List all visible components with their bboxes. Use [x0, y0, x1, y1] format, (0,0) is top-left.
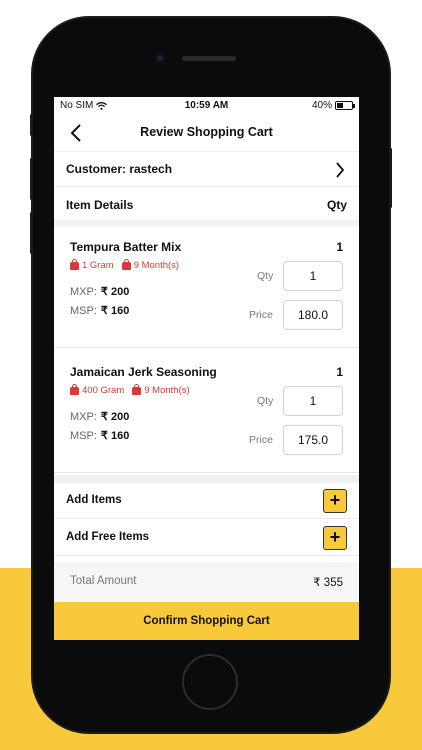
- earpiece-speaker: [182, 56, 236, 61]
- mxp-line: MXP: ₹ 200: [70, 285, 129, 298]
- add-items-button[interactable]: +: [323, 489, 347, 513]
- front-camera: [155, 53, 165, 63]
- qty-label: Qty: [257, 270, 274, 282]
- confirm-cart-button[interactable]: Confirm Shopping Cart: [54, 602, 359, 640]
- price-input[interactable]: 175.0: [283, 425, 343, 455]
- price-label: Price: [249, 434, 273, 446]
- total-value: ₹ 355: [313, 577, 343, 589]
- divider: [54, 221, 359, 227]
- chevron-right-icon: [336, 162, 345, 178]
- add-items-label: Add Items: [66, 494, 122, 506]
- qty-label: Qty: [257, 395, 274, 407]
- msp-value: ₹ 160: [100, 430, 130, 442]
- item-shelf-life: 9 Month(s): [144, 385, 190, 396]
- power-button: [389, 148, 392, 208]
- msp-label: MSP:: [70, 430, 97, 442]
- qty-input[interactable]: 1: [283, 386, 343, 416]
- item-count: 1: [336, 240, 343, 254]
- item-weight: 1 Gram: [82, 260, 114, 271]
- weight-icon: [70, 258, 79, 270]
- cart-item: Jamaican Jerk Seasoning 1 400 Gram 9 Mon…: [54, 353, 359, 473]
- item-weight: 400 Gram: [82, 385, 125, 396]
- mxp-label: MXP:: [70, 411, 97, 423]
- msp-line: MSP: ₹ 160: [70, 429, 129, 442]
- shelf-life-icon: [132, 383, 142, 395]
- qty-input[interactable]: 1: [283, 261, 343, 291]
- battery-percent: 40%: [311, 100, 332, 111]
- msp-line: MSP: ₹ 160: [70, 304, 129, 317]
- item-details-heading: Item Details: [66, 198, 134, 212]
- item-name: Jamaican Jerk Seasoning: [70, 365, 217, 379]
- items-header: Item Details Qty: [54, 189, 359, 221]
- home-button[interactable]: [182, 654, 238, 710]
- item-shelf-life: 9 Month(s): [133, 260, 180, 271]
- msp-label: MSP:: [70, 305, 97, 317]
- customer-row[interactable]: Customer: rastech: [54, 151, 359, 187]
- battery-icon: [335, 101, 355, 110]
- price-input[interactable]: 180.0: [283, 300, 343, 330]
- msp-value: ₹ 160: [100, 305, 130, 317]
- volume-down-button: [30, 212, 33, 254]
- shelf-life-icon: [121, 258, 131, 270]
- status-bar: No SIM 10:59 AM 40%: [54, 97, 359, 115]
- app-screen: No SIM 10:59 AM 40% Review Shopping Cart…: [54, 97, 359, 640]
- total-label: Total Amount: [70, 575, 137, 587]
- mxp-value: ₹ 200: [100, 286, 130, 298]
- mxp-label: MXP:: [70, 286, 97, 298]
- cart-item: Tempura Batter Mix 1 1 Gram 9 Month(s) M…: [54, 228, 359, 348]
- add-items-row[interactable]: Add Items +: [54, 483, 359, 519]
- mute-switch: [30, 114, 33, 136]
- volume-up-button: [30, 158, 33, 200]
- qty-heading: Qty: [326, 198, 347, 212]
- add-free-items-label: Add Free Items: [66, 531, 150, 543]
- price-label: Price: [249, 309, 273, 321]
- item-count: 1: [336, 365, 343, 379]
- add-free-items-row[interactable]: Add Free Items +: [54, 520, 359, 556]
- navigation-bar: Review Shopping Cart: [54, 115, 359, 151]
- mxp-line: MXP: ₹ 200: [70, 410, 129, 423]
- divider: [54, 475, 359, 483]
- weight-icon: [70, 383, 79, 395]
- customer-label: Customer: rastech: [66, 162, 173, 176]
- total-row: Total Amount ₹ 355: [54, 562, 359, 602]
- page-title: Review Shopping Cart: [140, 125, 273, 139]
- add-free-items-button[interactable]: +: [323, 526, 347, 550]
- item-name: Tempura Batter Mix: [70, 240, 182, 254]
- app-store-showcase: No SIM 10:59 AM 40% Review Shopping Cart…: [0, 0, 422, 750]
- mxp-value: ₹ 200: [100, 411, 130, 423]
